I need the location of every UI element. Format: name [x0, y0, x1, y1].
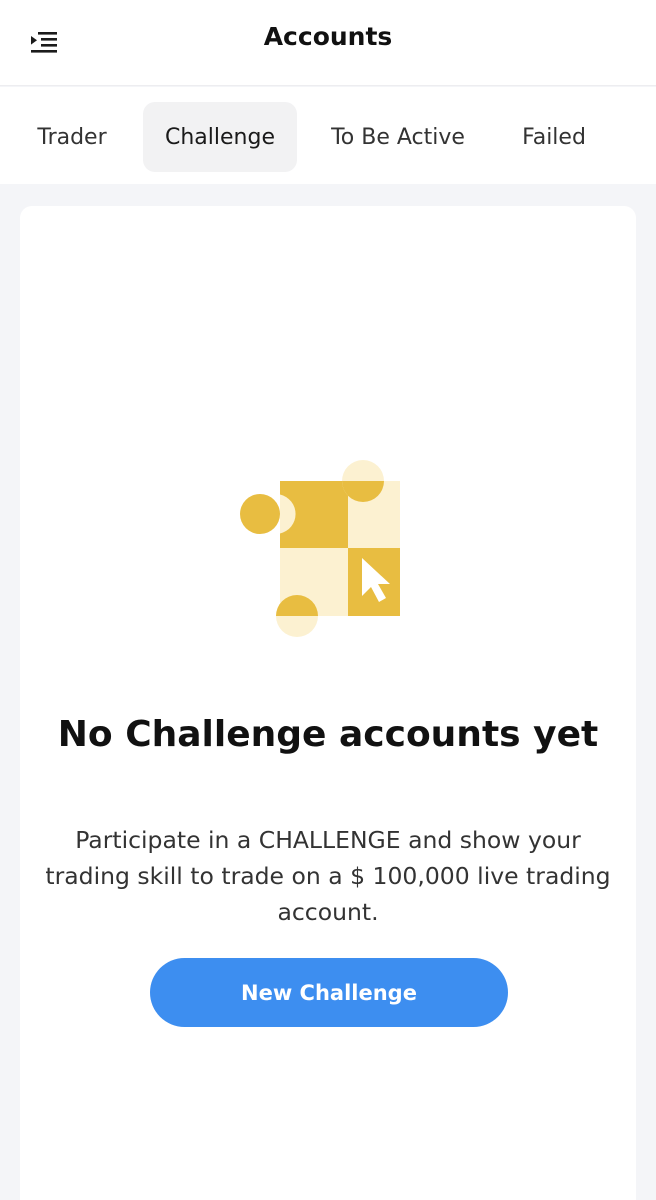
account-tabs: Trader Challenge To Be Active Failed: [0, 87, 656, 184]
page-title: Accounts: [263, 22, 393, 51]
new-challenge-button[interactable]: New Challenge: [150, 958, 508, 1027]
tab-challenge[interactable]: Challenge: [143, 102, 297, 172]
top-bar: Accounts: [0, 0, 656, 86]
empty-state-illustration: [238, 460, 416, 638]
empty-state-title: No Challenge accounts yet: [57, 714, 599, 755]
checkerboard-cursor-illustration: [240, 460, 416, 637]
tab-trader[interactable]: Trader: [18, 102, 126, 172]
empty-state-description: Participate in a CHALLENGE and show your…: [45, 826, 611, 926]
empty-state-card: No Challenge accounts yet Participate in…: [20, 206, 636, 1200]
app-root: Accounts Trader Challenge To Be Active F…: [0, 0, 656, 1200]
tab-to-be-active[interactable]: To Be Active: [314, 102, 482, 172]
tab-failed[interactable]: Failed: [500, 102, 608, 172]
